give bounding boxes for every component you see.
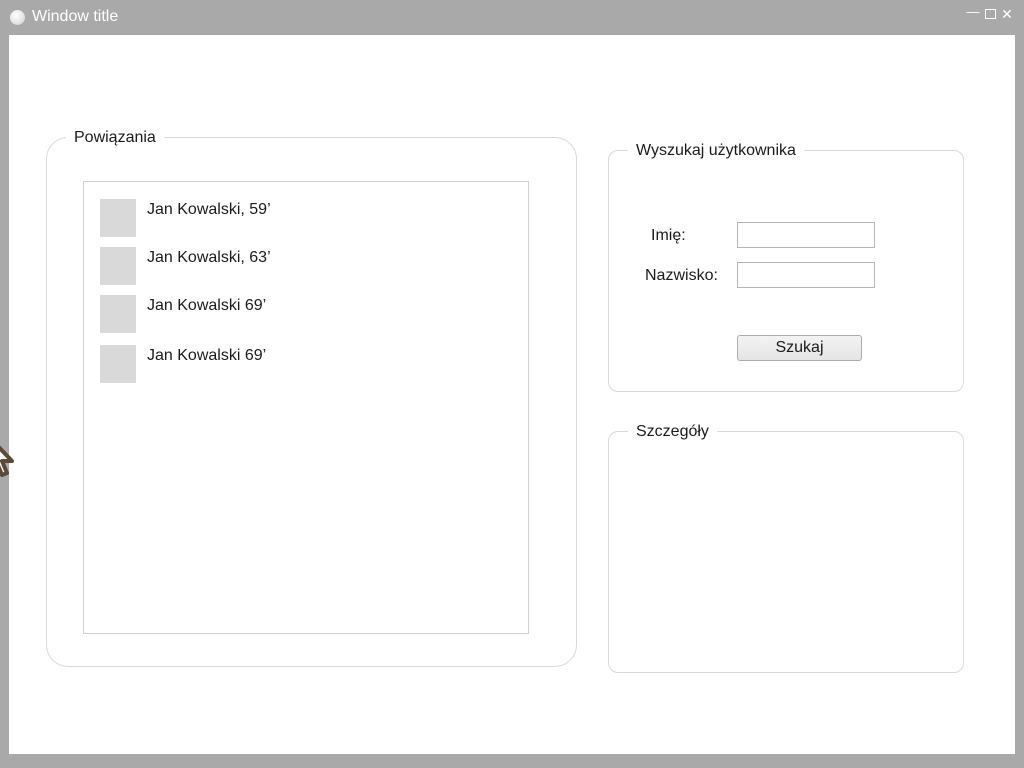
search-group-title: Wyszukaj użytkownika	[628, 142, 804, 160]
maximize-icon	[984, 9, 996, 19]
app-icon	[10, 10, 25, 25]
list-item-label: Jan Kowalski, 59’	[147, 201, 271, 218]
list-item[interactable]: Jan Kowalski, 59’	[100, 199, 500, 237]
window-title: Window title	[32, 8, 119, 25]
links-group-title: Powiązania	[66, 129, 164, 147]
last-name-input[interactable]	[737, 262, 875, 288]
last-name-label: Nazwisko:	[645, 267, 718, 284]
user-thumbnail	[100, 247, 136, 285]
user-thumbnail	[100, 345, 136, 383]
maximize-button[interactable]	[983, 6, 997, 23]
user-thumbnail	[100, 199, 136, 237]
list-item-label: Jan Kowalski 69’	[147, 347, 267, 364]
list-item[interactable]: Jan Kowalski, 63’	[100, 247, 500, 285]
details-group-title: Szczegóły	[628, 423, 717, 441]
close-button[interactable]: ✕	[1000, 6, 1014, 22]
first-name-label: Imię:	[651, 227, 686, 244]
mouse-cursor-icon	[0, 445, 14, 477]
details-groupbox: Szczegóły	[608, 423, 964, 673]
search-user-groupbox: Wyszukaj użytkownika Imię: Nazwisko: Szu…	[608, 142, 964, 392]
list-item-label: Jan Kowalski 69’	[147, 297, 267, 314]
title-bar[interactable]: Window title — ✕	[0, 0, 1024, 35]
list-item[interactable]: Jan Kowalski 69’	[100, 345, 500, 383]
links-listbox[interactable]: Jan Kowalski, 59’ Jan Kowalski, 63’ Jan …	[83, 181, 529, 634]
search-button[interactable]: Szukaj	[737, 335, 862, 361]
minimize-button[interactable]: —	[966, 4, 980, 20]
list-item-label: Jan Kowalski, 63’	[147, 249, 271, 266]
user-thumbnail	[100, 295, 136, 333]
window-client-area: Powiązania Jan Kowalski, 59’ Jan Kowalsk…	[9, 35, 1015, 754]
list-item[interactable]: Jan Kowalski 69’	[100, 295, 500, 333]
first-name-input[interactable]	[737, 222, 875, 248]
